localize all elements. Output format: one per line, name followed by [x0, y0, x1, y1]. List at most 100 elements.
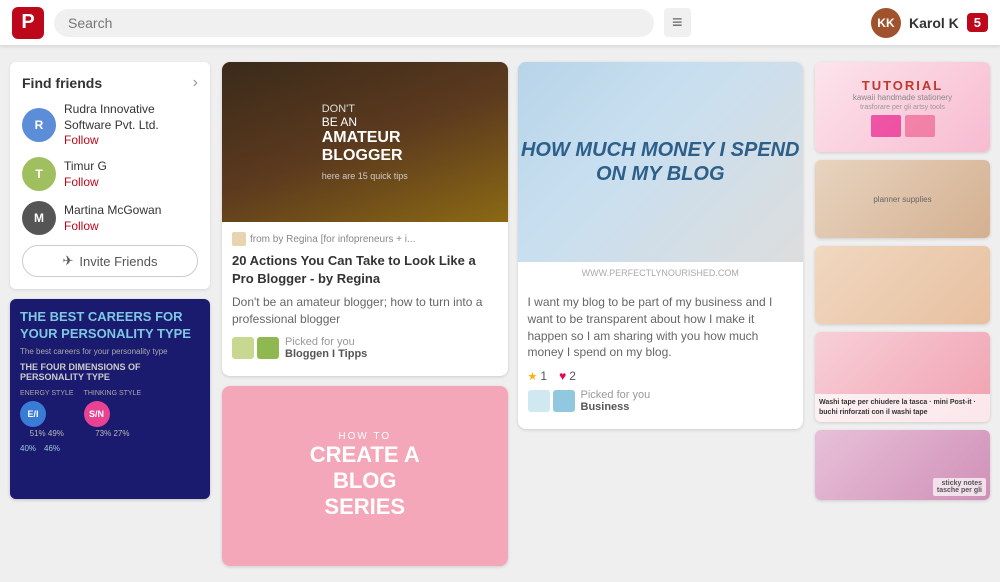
friend-avatar-3: M — [22, 201, 56, 235]
board-money: Business — [581, 401, 651, 413]
pins-area: DON'T BE AN AMATEUR BLOGGER here are 15 … — [222, 62, 803, 566]
blog-series-text: HOW TO CREATE A BLOG SERIES — [310, 431, 420, 520]
dont-text: DON'T — [322, 103, 408, 115]
pin-card-blog-series: HOW TO CREATE A BLOG SERIES — [222, 386, 508, 566]
money-pin-image[interactable]: HOW MUCH MONEY I SPEND ON MY BLOG — [518, 62, 804, 262]
picked-label-money: Picked for you — [581, 389, 651, 401]
pinterest-logo[interactable]: P — [12, 7, 44, 39]
find-friends-arrow[interactable]: › — [193, 74, 198, 92]
pin-col-2: HOW MUCH MONEY I SPEND ON MY BLOG WWW.PE… — [518, 62, 804, 566]
washi-overlay-text: Washi tape per chiudere la tasca · mini … — [815, 394, 990, 422]
picked-blogger: Picked for you Bloggen I Tipps — [285, 336, 367, 360]
friend-name-1: Rudra Innovative Software Pvt. Ltd. — [64, 102, 198, 133]
sticky-notes-card[interactable]: sticky notestasche per gli — [815, 430, 990, 500]
pin-body-money: I want my blog to be part of my business… — [518, 284, 804, 429]
blogger-main-text: BLOGGER — [322, 147, 408, 165]
rc-image-3 — [815, 246, 990, 324]
how-to: HOW TO — [310, 431, 420, 442]
money-text: HOW MUCH MONEY I SPEND ON MY BLOG — [518, 138, 804, 186]
hamburger-icon: ≡ — [672, 12, 683, 33]
blogger-pin-image[interactable]: DON'T BE AN AMATEUR BLOGGER here are 15 … — [222, 62, 508, 222]
blog: BLOG — [310, 468, 420, 494]
sticky-notes-image: sticky notestasche per gli — [815, 430, 990, 500]
follow-link-2[interactable]: Follow — [64, 175, 107, 189]
friend-name-3: Martina McGowan — [64, 203, 161, 219]
friend-info-1: Rudra Innovative Software Pvt. Ltd. Foll… — [64, 102, 198, 147]
notebook-thumb-1 — [871, 115, 901, 137]
money-url: WWW.PERFECTLYNOURISHED.COM — [518, 262, 804, 284]
pin-desc-blogger: Don't be an amateur blogger; how to turn… — [232, 294, 498, 328]
invite-label: Invite Friends — [79, 254, 157, 269]
pin-desc-money: I want my blog to be part of my business… — [528, 294, 794, 361]
stat-thinking: THINKING STYLE S/N 73% 27% — [84, 390, 142, 438]
user-name: Karol K — [909, 15, 959, 31]
avatar[interactable]: KK — [871, 8, 901, 38]
board-blogger: Bloggen I Tipps — [285, 348, 367, 360]
notification-badge[interactable]: 5 — [967, 13, 988, 32]
personality-title: THE BEST CAREERS FOR YOUR PERSONALITY TY… — [20, 309, 200, 343]
pin-title-blogger[interactable]: 20 Actions You Can Take to Look Like a P… — [232, 252, 498, 288]
rc-image-2: planner supplies — [815, 160, 990, 238]
stat-energy: ENERGY STYLE E/I 51% 49% — [20, 390, 74, 438]
amateur-text: AMATEUR — [322, 129, 408, 147]
likes-count: 1 — [540, 369, 547, 383]
personality-stats: ENERGY STYLE E/I 51% 49% THINKING STYLE … — [20, 390, 200, 438]
personality-card[interactable]: THE BEST CAREERS FOR YOUR PERSONALITY TY… — [10, 299, 210, 499]
tutorial-card[interactable]: TUTORIAL kawaii handmade stationery tras… — [815, 62, 990, 152]
star-engagement[interactable]: ★ 1 — [528, 369, 548, 383]
tutorial-label: TUTORIAL — [862, 78, 943, 93]
ei-circle: E/I — [20, 401, 46, 427]
invite-friends-button[interactable]: ✈ Invite Friends — [22, 245, 198, 277]
friend-avatar-1: R — [22, 108, 56, 142]
thumb-1 — [232, 337, 254, 359]
friend-name-2: Timur G — [64, 159, 107, 175]
header: P ≡ KK Karol K 5 — [0, 0, 1000, 46]
logo-p: P — [21, 11, 34, 34]
pin-source-blogger: from by Regina [for infopreneurs + i... — [232, 232, 498, 246]
follow-link-3[interactable]: Follow — [64, 219, 161, 233]
heart-icon: ♥ — [559, 369, 566, 383]
tips-text: here are 15 quick tips — [322, 171, 408, 181]
picked-money: Picked for you Business — [581, 389, 651, 413]
find-friends-card: Find friends › R Rudra Innovative Softwa… — [10, 62, 210, 289]
right-column: TUTORIAL kawaii handmade stationery tras… — [815, 62, 990, 566]
pin-body-blogger: from by Regina [for infopreneurs + i... … — [222, 222, 508, 376]
personality-bottom-stats: 40% 46% — [20, 444, 200, 453]
search-input[interactable] — [68, 15, 640, 31]
pin-meta-blogger: Picked for you Bloggen I Tipps — [232, 336, 498, 360]
friend-info-3: Martina McGowan Follow — [64, 203, 161, 233]
rc-card-3[interactable] — [815, 246, 990, 324]
rc-card-2[interactable]: planner supplies — [815, 160, 990, 238]
personality-small-text: The best careers for your personality ty… — [20, 347, 200, 356]
series: SERIES — [310, 494, 420, 520]
friend-item-3: M Martina McGowan Follow — [22, 201, 198, 235]
friend-avatar-2: T — [22, 157, 56, 191]
stat-46: 46% — [44, 444, 60, 453]
stat-40: 40% — [20, 444, 36, 453]
personality-subtitle: THE FOUR DIMENSIONS OF PERSONALITY TYPE — [20, 362, 200, 382]
tutorial-thumbs — [871, 115, 935, 137]
find-friends-title: Find friends — [22, 75, 102, 91]
thumb-2 — [257, 337, 279, 359]
tutorial-sub2: trasforare per gli artsy tools — [860, 104, 945, 111]
repins-count: 2 — [569, 369, 576, 383]
tutorial-image: TUTORIAL kawaii handmade stationery tras… — [815, 62, 990, 152]
sn-circle: S/N — [84, 401, 110, 427]
menu-icon[interactable]: ≡ — [664, 8, 691, 37]
blog-series-image[interactable]: HOW TO CREATE A BLOG SERIES — [222, 386, 508, 566]
rc-label-2: planner supplies — [869, 191, 935, 208]
invite-icon: ✈ — [63, 253, 74, 269]
find-friends-header: Find friends › — [22, 74, 198, 92]
search-bar[interactable] — [54, 9, 654, 37]
source-icon — [232, 232, 246, 246]
follow-link-1[interactable]: Follow — [64, 133, 198, 147]
blogger-image-text: DON'T BE AN AMATEUR BLOGGER here are 15 … — [322, 103, 408, 181]
washi-tape-card[interactable]: Washi tape per chiudere la tasca · mini … — [815, 332, 990, 422]
repin-engagement[interactable]: ♥ 2 — [559, 369, 576, 383]
friend-item-1: R Rudra Innovative Software Pvt. Ltd. Fo… — [22, 102, 198, 147]
header-right: KK Karol K 5 — [871, 8, 988, 38]
main-content: Find friends › R Rudra Innovative Softwa… — [0, 46, 1000, 582]
sidebar: Find friends › R Rudra Innovative Softwa… — [10, 62, 210, 566]
create-a: CREATE A — [310, 442, 420, 468]
tutorial-sub: kawaii handmade stationery — [853, 93, 952, 102]
